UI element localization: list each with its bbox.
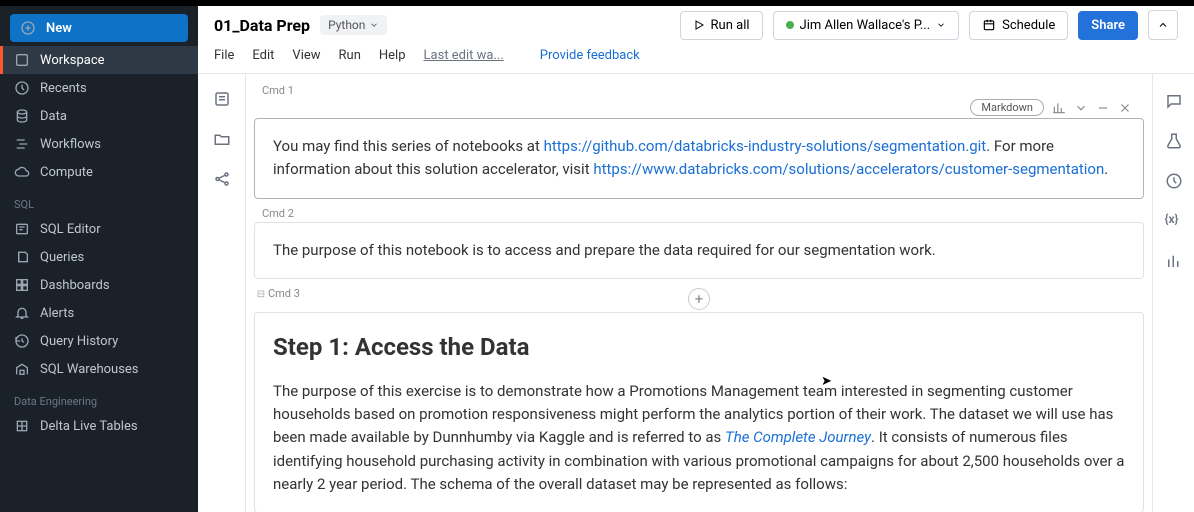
sidebar-item-label: Query History: [40, 334, 118, 349]
sidebar-item-label: Queries: [40, 250, 84, 265]
sidebar-item-dlt[interactable]: Delta Live Tables: [0, 412, 198, 440]
cluster-label: Jim Allen Wallace's P...: [800, 18, 931, 33]
plus-circle-icon: [20, 20, 36, 36]
sidebar-item-label: Data: [40, 109, 67, 124]
cell1-text-a: You may find this series of notebooks at: [273, 137, 544, 155]
history-icon: [14, 333, 30, 349]
cell3-link[interactable]: The Complete Journey: [725, 428, 871, 446]
sidebar-item-label: Dashboards: [40, 278, 110, 293]
menu-file[interactable]: File: [214, 48, 234, 63]
editor-icon: [14, 221, 30, 237]
status-dot-icon: [786, 21, 794, 29]
clock-icon: [14, 80, 30, 96]
cloud-icon: [14, 164, 30, 180]
sidebar-item-label: Recents: [40, 81, 87, 96]
notebook-title[interactable]: 01_Data Prep: [214, 16, 310, 35]
sidebar-item-label: Workflows: [40, 137, 101, 152]
calendar-icon: [982, 18, 996, 32]
sidebar-item-label: Alerts: [40, 306, 74, 321]
toc-icon[interactable]: [213, 90, 231, 108]
cell2-text: The purpose of this notebook is to acces…: [273, 241, 936, 259]
share-flow-icon[interactable]: [213, 170, 231, 188]
left-gutter: [198, 74, 246, 512]
cell1-link-a[interactable]: https://github.com/databricks-industry-s…: [544, 137, 987, 155]
warehouse-icon: [14, 361, 30, 377]
close-icon[interactable]: [1118, 101, 1132, 115]
variables-icon[interactable]: {x}: [1165, 212, 1183, 230]
chevron-down-icon: [936, 20, 946, 30]
sidebar-item-label: SQL Warehouses: [40, 362, 139, 377]
play-icon: [693, 19, 705, 31]
sidebar: New Workspace Recents Data Workflows Com…: [0, 0, 198, 512]
minimize-icon[interactable]: [1096, 101, 1110, 115]
sidebar-item-dashboards[interactable]: Dashboards: [0, 271, 198, 299]
cell1-text-c: .: [1104, 160, 1108, 178]
chart-icon[interactable]: [1052, 101, 1066, 115]
chevron-up-icon: [1157, 19, 1169, 31]
collapse-toggle[interactable]: ⊟: [254, 289, 268, 300]
sidebar-item-label: Delta Live Tables: [40, 419, 138, 434]
run-all-label: Run all: [711, 18, 750, 33]
menu-run[interactable]: Run: [339, 48, 361, 63]
right-rail: {x}: [1152, 74, 1194, 512]
schedule-button[interactable]: Schedule: [969, 11, 1068, 40]
sidebar-item-data[interactable]: Data: [0, 102, 198, 130]
menu-help[interactable]: Help: [379, 48, 406, 63]
cell3-heading: Step 1: Access the Data: [273, 329, 1125, 366]
share-label: Share: [1091, 18, 1125, 33]
de-section-label: Data Engineering: [0, 383, 198, 412]
language-label: Python: [328, 18, 365, 32]
cell-1-content[interactable]: You may find this series of notebooks at…: [254, 118, 1144, 199]
comments-icon[interactable]: [1165, 92, 1183, 110]
share-button[interactable]: Share: [1078, 11, 1138, 40]
chevron-down-icon[interactable]: [1074, 101, 1088, 115]
new-label: New: [46, 21, 72, 36]
revision-history-icon[interactable]: [1165, 172, 1183, 190]
notebook-cells: Cmd 1 Markdown You may find this series …: [246, 74, 1152, 512]
sidebar-item-alerts[interactable]: Alerts: [0, 299, 198, 327]
workspace-icon: [14, 52, 30, 68]
sidebar-item-recents[interactable]: Recents: [0, 74, 198, 102]
last-edit-status[interactable]: Last edit wa...: [424, 48, 504, 63]
sidebar-item-workflows[interactable]: Workflows: [0, 130, 198, 158]
bell-icon: [14, 305, 30, 321]
sidebar-item-label: Workspace: [40, 53, 105, 68]
run-all-button[interactable]: Run all: [680, 11, 763, 40]
dlt-icon: [14, 418, 30, 434]
schedule-label: Schedule: [1002, 18, 1055, 33]
cmd1-label: Cmd 1: [262, 84, 1144, 99]
data-icon: [14, 108, 30, 124]
markdown-badge[interactable]: Markdown: [970, 99, 1044, 116]
cmd2-label: Cmd 2: [262, 207, 1144, 222]
dashboard-panel-icon[interactable]: [1165, 252, 1183, 270]
dashboard-icon: [14, 277, 30, 293]
cell-2-content[interactable]: The purpose of this notebook is to acces…: [254, 222, 1144, 279]
sidebar-item-workspace[interactable]: Workspace: [0, 46, 198, 74]
chevron-down-icon: [369, 20, 379, 30]
language-selector[interactable]: Python: [320, 15, 387, 35]
sql-section-label: SQL: [0, 186, 198, 215]
new-button[interactable]: New: [10, 14, 188, 42]
sidebar-item-label: SQL Editor: [40, 222, 101, 237]
sidebar-item-queries[interactable]: Queries: [0, 243, 198, 271]
cell1-link-b[interactable]: https://www.databricks.com/solutions/acc…: [593, 160, 1104, 178]
cmd3-label: Cmd 3: [268, 287, 300, 302]
cluster-selector[interactable]: Jim Allen Wallace's P...: [773, 11, 960, 40]
menu-view[interactable]: View: [292, 48, 320, 63]
sidebar-item-label: Compute: [40, 165, 93, 180]
collapse-header-button[interactable]: [1148, 10, 1178, 40]
experiments-icon[interactable]: [1165, 132, 1183, 150]
folder-icon[interactable]: [213, 130, 231, 148]
workflows-icon: [14, 136, 30, 152]
add-cell-button[interactable]: +: [688, 288, 710, 310]
sidebar-item-sql-warehouses[interactable]: SQL Warehouses: [0, 355, 198, 383]
sidebar-item-sql-editor[interactable]: SQL Editor: [0, 215, 198, 243]
queries-icon: [14, 249, 30, 265]
cell-3-content[interactable]: Step 1: Access the Data The purpose of t…: [254, 312, 1144, 512]
sidebar-item-compute[interactable]: Compute: [0, 158, 198, 186]
menu-edit[interactable]: Edit: [252, 48, 274, 63]
sidebar-item-query-history[interactable]: Query History: [0, 327, 198, 355]
provide-feedback-link[interactable]: Provide feedback: [540, 48, 640, 63]
